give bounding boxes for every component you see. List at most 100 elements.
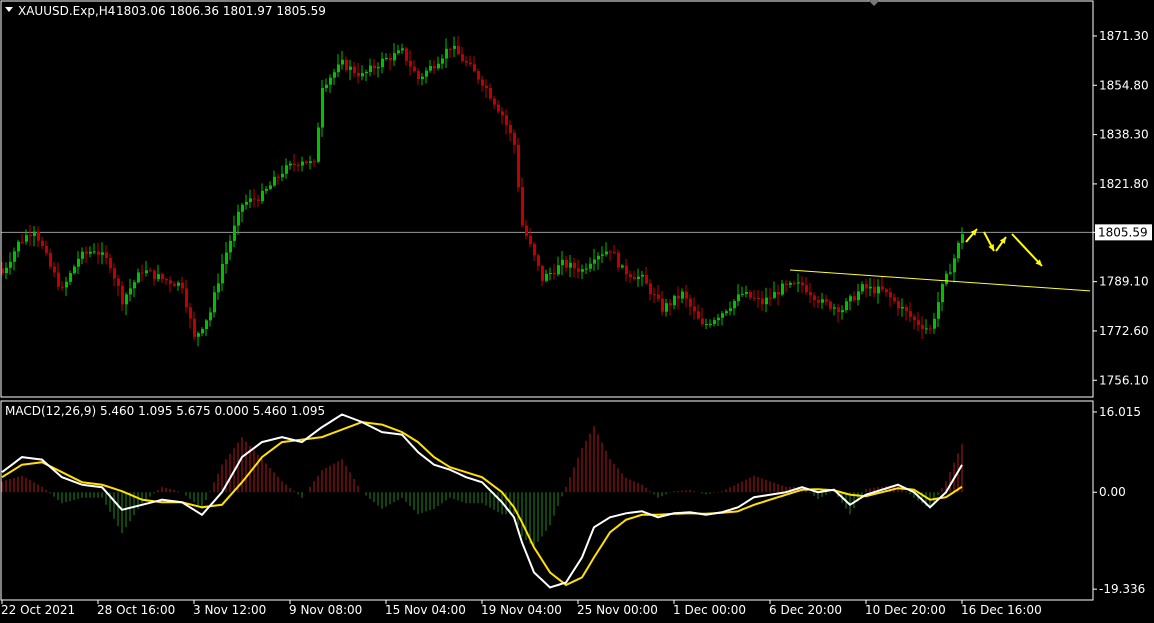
candle-body xyxy=(185,288,188,308)
candle-body xyxy=(317,127,320,162)
candle-body xyxy=(313,161,316,163)
candle-body xyxy=(689,298,692,307)
candle-body xyxy=(345,59,348,70)
candle-body xyxy=(581,269,584,272)
candle-body xyxy=(305,161,308,163)
candle-body xyxy=(253,198,256,200)
candle-body xyxy=(45,246,48,253)
candle-body xyxy=(449,48,452,50)
candle-body xyxy=(945,273,948,285)
candle-body xyxy=(109,258,112,269)
candle-body xyxy=(41,240,44,247)
candle-body xyxy=(181,282,184,289)
candle-body xyxy=(949,272,952,274)
candle-body xyxy=(509,124,512,133)
candle-body xyxy=(417,70,420,80)
candle-body xyxy=(485,85,488,88)
candle-body xyxy=(373,65,376,69)
candle-body xyxy=(33,231,36,236)
candle-body xyxy=(209,312,212,321)
chart-root[interactable]: 1871.30 1854.80 1838.30 1821.80 1789.10 1772.… xyxy=(0,0,1154,620)
candle-body xyxy=(369,65,372,72)
candle-body xyxy=(473,64,476,72)
candle-body xyxy=(477,71,480,80)
candle-body xyxy=(633,276,636,280)
price-tick-label: 1789.10 xyxy=(1099,275,1149,289)
candle-body xyxy=(337,64,340,73)
candle-body xyxy=(545,273,548,281)
candle-body xyxy=(657,294,660,299)
candle-body xyxy=(557,265,560,275)
time-tick-label: 3 Nov 12:00 xyxy=(193,603,266,617)
candle-body xyxy=(585,268,588,270)
trading-chart[interactable]: 1871.30 1854.80 1838.30 1821.80 1789.10 1772.… xyxy=(0,0,1154,620)
time-tick-label: 22 Oct 2021 xyxy=(1,603,75,617)
price-tick-label: 1756.10 xyxy=(1099,373,1149,387)
candle-body xyxy=(877,286,880,294)
candle-body xyxy=(281,173,284,178)
candle-body xyxy=(269,185,272,189)
candle-body xyxy=(625,265,628,275)
candle-body xyxy=(937,302,940,319)
candle-body xyxy=(605,251,608,255)
candle-body xyxy=(661,298,664,312)
candle-body xyxy=(713,320,716,324)
candle-body xyxy=(761,298,764,305)
candle-body xyxy=(441,58,444,64)
candle-body xyxy=(629,274,632,277)
candle-body xyxy=(593,259,596,264)
time-tick-label: 6 Dec 20:00 xyxy=(769,603,842,617)
candle-body xyxy=(361,73,364,77)
macd-tick-label: -19.336 xyxy=(1099,582,1145,596)
candle-body xyxy=(149,270,152,272)
candle-body xyxy=(297,164,300,166)
candle-body xyxy=(525,225,528,236)
candle-body xyxy=(69,273,72,282)
symbol-label: XAUUSD.Exp,H4 xyxy=(18,4,115,18)
candle-body xyxy=(749,292,752,298)
time-tick-label: 16 Dec 16:00 xyxy=(961,603,1042,617)
candle-body xyxy=(385,57,388,59)
time-tick-label: 25 Nov 00:00 xyxy=(577,603,658,617)
candle-body xyxy=(465,60,468,63)
candle-body xyxy=(445,48,448,59)
candle-body xyxy=(897,301,900,309)
candle-body xyxy=(353,66,356,73)
candle-body xyxy=(673,295,676,306)
candle-body xyxy=(785,283,788,285)
candle-body xyxy=(829,301,832,309)
candle-body xyxy=(49,252,52,267)
candle-body xyxy=(153,270,156,280)
candle-body xyxy=(189,307,192,319)
candle-body xyxy=(505,115,508,125)
candle-body xyxy=(433,66,436,69)
candle-body xyxy=(769,297,772,299)
candle-body xyxy=(901,306,904,309)
candle-body xyxy=(701,318,704,325)
candle-body xyxy=(709,323,712,325)
candle-body xyxy=(933,318,936,329)
candle-body xyxy=(693,306,696,312)
candle-body xyxy=(173,283,176,286)
candle-body xyxy=(129,288,132,295)
candle[interactable] xyxy=(317,122,320,164)
candle-body xyxy=(221,264,224,284)
candle-body xyxy=(797,282,800,284)
candle-body xyxy=(813,295,816,301)
candle-body xyxy=(341,59,344,65)
time-tick-label: 10 Dec 20:00 xyxy=(865,603,946,617)
candle-body xyxy=(617,252,620,268)
candle-body xyxy=(777,292,780,295)
candle-body xyxy=(845,301,848,311)
candle-body xyxy=(729,308,732,312)
candle-body xyxy=(309,161,312,163)
candle-body xyxy=(517,144,520,187)
candle-body xyxy=(781,283,784,295)
candle-body xyxy=(73,266,76,274)
candle-body xyxy=(329,77,332,85)
candle-body xyxy=(5,267,8,274)
candle[interactable] xyxy=(517,137,520,193)
candle-body xyxy=(349,66,352,70)
candle-body xyxy=(113,268,116,279)
candle-body xyxy=(285,165,288,174)
